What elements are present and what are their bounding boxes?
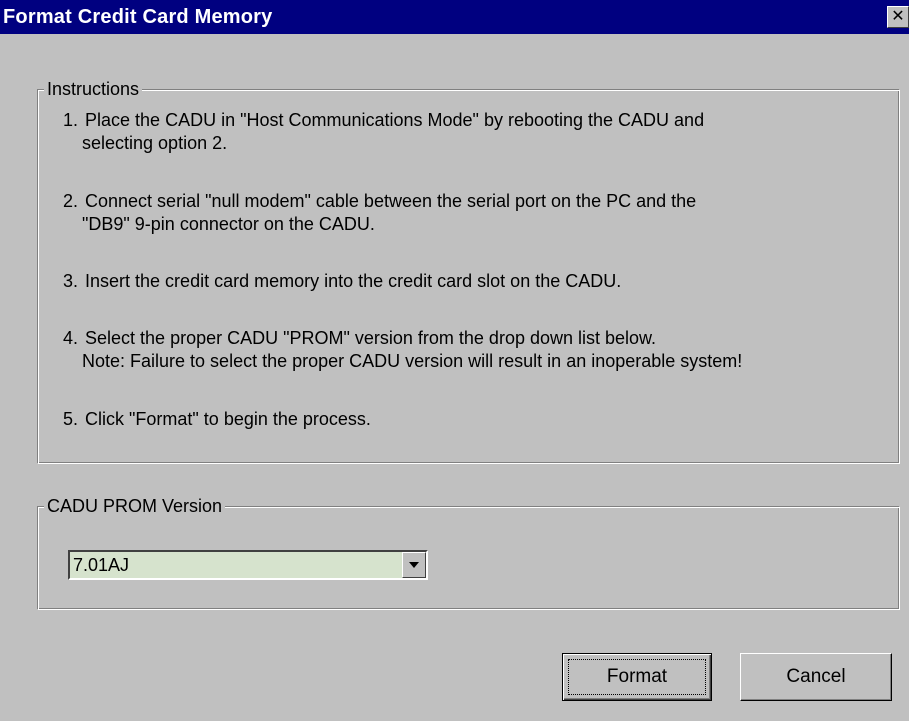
instruction-step-1: 1. Place the CADU in "Host Communication… [63, 109, 704, 155]
step-text-continued: Note: Failure to select the proper CADU … [82, 351, 743, 371]
step-text-continued: selecting option 2. [82, 133, 228, 153]
step-text-continued: "DB9" 9-pin connector on the CADU. [82, 214, 375, 234]
cancel-button[interactable]: Cancel [740, 653, 892, 701]
instruction-step-5: 5. Click "Format" to begin the process. [63, 408, 371, 431]
step-text: Insert the credit card memory into the c… [85, 271, 622, 291]
instruction-step-4: 4. Select the proper CADU "PROM" version… [63, 327, 742, 373]
cancel-button-label: Cancel [786, 666, 846, 687]
prom-version-label: CADU PROM Version [44, 495, 226, 517]
step-number: 3. [63, 271, 79, 291]
step-text: Place the CADU in "Host Communications M… [85, 110, 705, 130]
window-title: Format Credit Card Memory [3, 5, 273, 28]
close-button[interactable]: ✕ [887, 6, 909, 28]
step-text: Click "Format" to begin the process. [85, 409, 371, 429]
step-number: 1. [63, 110, 79, 130]
dropdown-button[interactable] [402, 552, 426, 578]
close-icon: ✕ [891, 8, 905, 25]
step-number: 4. [63, 328, 79, 348]
instruction-step-3: 3. Insert the credit card memory into th… [63, 270, 621, 293]
prom-version-value: 7.01AJ [73, 555, 130, 575]
format-button[interactable]: Format [562, 653, 712, 701]
step-text: Select the proper CADU "PROM" version fr… [85, 328, 657, 348]
title-bar[interactable]: Format Credit Card Memory ✕ [0, 0, 909, 34]
chevron-down-icon [409, 562, 419, 568]
step-text: Connect serial "null modem" cable betwee… [85, 191, 697, 211]
instructions-label: Instructions [44, 78, 143, 100]
instruction-step-2: 2. Connect serial "null modem" cable bet… [63, 190, 696, 236]
step-number: 2. [63, 191, 79, 211]
prom-version-select[interactable]: 7.01AJ [68, 550, 428, 580]
format-button-label: Format [606, 666, 668, 687]
format-credit-card-dialog: Format Credit Card Memory ✕ Instructions… [0, 0, 909, 721]
instructions-group: Instructions 1. Place the CADU in "Host … [37, 78, 900, 464]
prom-version-group: CADU PROM Version 7.01AJ [37, 495, 900, 610]
step-number: 5. [63, 409, 79, 429]
